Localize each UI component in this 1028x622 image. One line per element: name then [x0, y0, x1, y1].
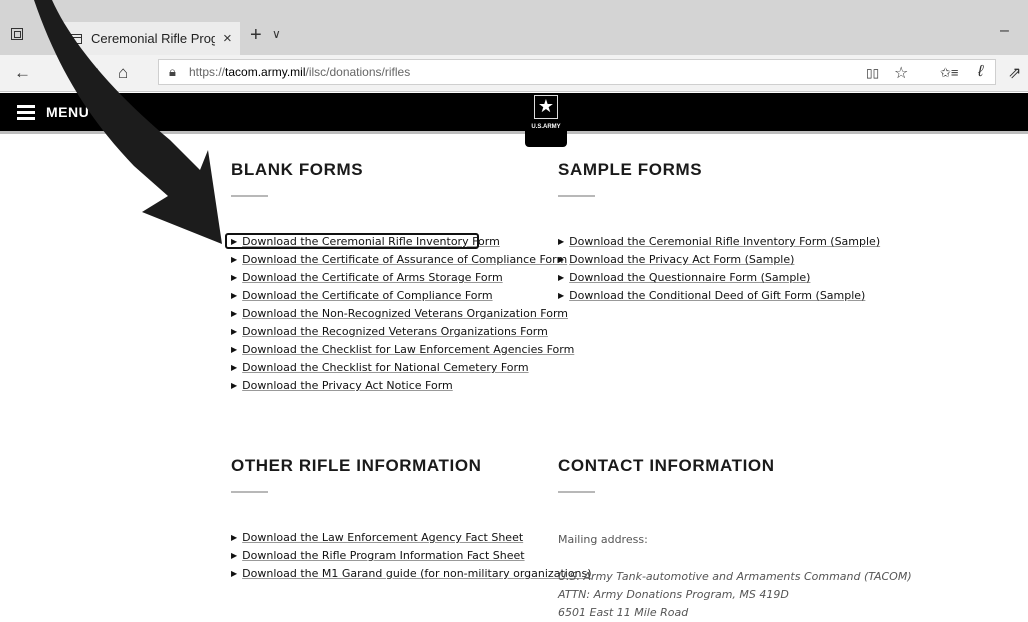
address-line: 6501 East 11 Mile Road — [558, 606, 689, 619]
new-tab-button[interactable]: + — [250, 24, 262, 47]
download-link[interactable]: ▶ Download the Privacy Act Notice Form — [231, 377, 574, 395]
download-link-text[interactable]: Download the Conditional Deed of Gift Fo… — [569, 289, 865, 302]
play-bullet-icon: ▶ — [231, 533, 238, 542]
download-link[interactable]: ▶ Download the Certificate of Assurance o… — [231, 251, 574, 269]
browser-tab-strip: Ceremonial Rifle Progra × + ∨ – — [0, 0, 1028, 55]
play-bullet-icon: ▶ — [231, 291, 238, 300]
download-link[interactable]: ▶ Download the Law Enforcement Agency Fac… — [231, 529, 592, 547]
other-rifle-info-list: ▶ Download the Law Enforcement Agency Fac… — [231, 529, 592, 583]
play-bullet-icon: ▶ — [231, 345, 238, 354]
site-header: MENU — [0, 93, 1028, 131]
section-divider — [231, 195, 268, 197]
section-divider — [558, 195, 595, 197]
play-bullet-icon: ▶ — [558, 255, 565, 264]
play-bullet-icon: ▶ — [558, 237, 565, 246]
blank-forms-heading: BLANK FORMS — [231, 160, 364, 179]
download-link[interactable]: ▶ Download the Conditional Deed of Gift F… — [558, 287, 880, 305]
home-icon[interactable]: ⌂ — [118, 63, 128, 83]
play-bullet-icon: ▶ — [231, 551, 238, 560]
download-link-text[interactable]: Download the Rifle Program Information F… — [242, 549, 524, 562]
download-link[interactable]: ▶ Download the Non-Recognized Veterans Or… — [231, 305, 574, 323]
contact-info-heading: CONTACT INFORMATION — [558, 456, 775, 475]
download-link-text[interactable]: Download the Certificate of Assurance of… — [242, 253, 567, 266]
minimize-button[interactable]: – — [1000, 22, 1009, 40]
download-link-text[interactable]: Download the M1 Garand guide (for non-mi… — [242, 567, 591, 580]
lock-icon: 🔒︎ — [169, 64, 176, 79]
favorites-hub-icon[interactable]: ✩≡ — [940, 65, 958, 81]
section-divider — [231, 491, 268, 493]
reading-view-icon[interactable]: ▯▯ — [866, 66, 879, 80]
url-text: https://tacom.army.mil/ilsc/donations/ri… — [189, 65, 411, 79]
download-link-text[interactable]: Download the Certificate of Compliance F… — [242, 289, 492, 302]
download-link-text[interactable]: Download the Checklist for National Ceme… — [242, 361, 528, 374]
play-bullet-icon: ▶ — [231, 327, 238, 336]
sample-forms-heading: SAMPLE FORMS — [558, 160, 703, 179]
play-bullet-icon: ▶ — [231, 363, 238, 372]
download-link[interactable]: ▶ Download the Checklist for Law Enforcem… — [231, 341, 574, 359]
tab-actions-icon[interactable] — [11, 28, 23, 40]
download-link-text[interactable]: Download the Privacy Act Form (Sample) — [569, 253, 794, 266]
download-link[interactable]: ▶ Download the Recognized Veterans Organi… — [231, 323, 574, 341]
download-link[interactable]: ▶ Download the Rifle Program Information … — [231, 547, 592, 565]
play-bullet-icon: ▶ — [231, 569, 238, 578]
address-line: ATTN: Army Donations Program, MS 419D — [558, 588, 789, 601]
browser-tab[interactable]: Ceremonial Rifle Progra × — [60, 22, 240, 55]
address-line: U.S. Army Tank-automotive and Armaments … — [558, 570, 912, 583]
download-link-text[interactable]: Download the Law Enforcement Agency Fact… — [242, 531, 523, 544]
hamburger-menu-icon[interactable] — [17, 105, 35, 123]
web-notes-icon[interactable]: ℓ — [978, 63, 983, 81]
download-link-text[interactable]: Download the Ceremonial Rifle Inventory … — [569, 235, 880, 248]
share-icon[interactable]: ⇗ — [1008, 63, 1021, 83]
download-link-text[interactable]: Download the Checklist for Law Enforceme… — [242, 343, 574, 356]
logo-text: U.S.ARMY — [531, 124, 561, 130]
play-bullet-icon: ▶ — [231, 381, 238, 390]
tab-title: Ceremonial Rifle Progra — [91, 31, 215, 46]
play-bullet-icon: ▶ — [231, 273, 238, 282]
other-rifle-info-heading: OTHER RIFLE INFORMATION — [231, 456, 482, 475]
download-link[interactable]: ▶ Download the M1 Garand guide (for non-m… — [231, 565, 592, 583]
tab-list-chevron-icon[interactable]: ∨ — [272, 27, 281, 41]
section-divider — [558, 491, 595, 493]
download-link-text[interactable]: Download the Certificate of Arms Storage… — [242, 271, 503, 284]
menu-button[interactable]: MENU — [46, 104, 89, 120]
play-bullet-icon: ▶ — [558, 291, 565, 300]
play-bullet-icon: ▶ — [231, 255, 238, 264]
refresh-icon[interactable]: ↻ — [86, 63, 100, 83]
download-link[interactable]: ▶ Download the Privacy Act Form (Sample) — [558, 251, 880, 269]
back-arrow-icon[interactable]: ← — [14, 63, 31, 83]
download-link-text[interactable]: Download the Non-Recognized Veterans Org… — [242, 307, 568, 320]
play-bullet-icon: ▶ — [231, 309, 238, 318]
page-icon — [70, 33, 82, 44]
us-army-logo[interactable]: ★ U.S.ARMY — [525, 93, 567, 147]
close-tab-icon[interactable]: × — [223, 30, 232, 47]
download-link-text[interactable]: Download the Questionnaire Form (Sample) — [569, 271, 810, 284]
address-bar-row: ← ↻ ⌂ 🔒︎ https://tacom.army.mil/ilsc/don… — [0, 55, 1028, 92]
download-link-text[interactable]: Download the Privacy Act Notice Form — [242, 379, 453, 392]
highlight-box — [225, 233, 479, 249]
download-link[interactable]: ▶ Download the Questionnaire Form (Sample… — [558, 269, 880, 287]
download-link[interactable]: ▶ Download the Certificate of Arms Storag… — [231, 269, 574, 287]
sample-forms-list: ▶ Download the Ceremonial Rifle Inventory… — [558, 233, 880, 305]
star-icon: ★ — [534, 95, 558, 119]
mailing-address-label: Mailing address: — [558, 533, 648, 546]
blank-forms-list: ▶ Download the Ceremonial Rifle Inventory… — [231, 233, 574, 395]
header-divider — [0, 131, 1028, 134]
download-link[interactable]: ▶ Download the Ceremonial Rifle Inventory… — [558, 233, 880, 251]
download-link[interactable]: ▶ Download the Certificate of Compliance … — [231, 287, 574, 305]
download-link-text[interactable]: Download the Recognized Veterans Organiz… — [242, 325, 548, 338]
favorite-star-icon[interactable]: ☆ — [894, 63, 908, 83]
download-link[interactable]: ▶ Download the Checklist for National Cem… — [231, 359, 574, 377]
play-bullet-icon: ▶ — [558, 273, 565, 282]
